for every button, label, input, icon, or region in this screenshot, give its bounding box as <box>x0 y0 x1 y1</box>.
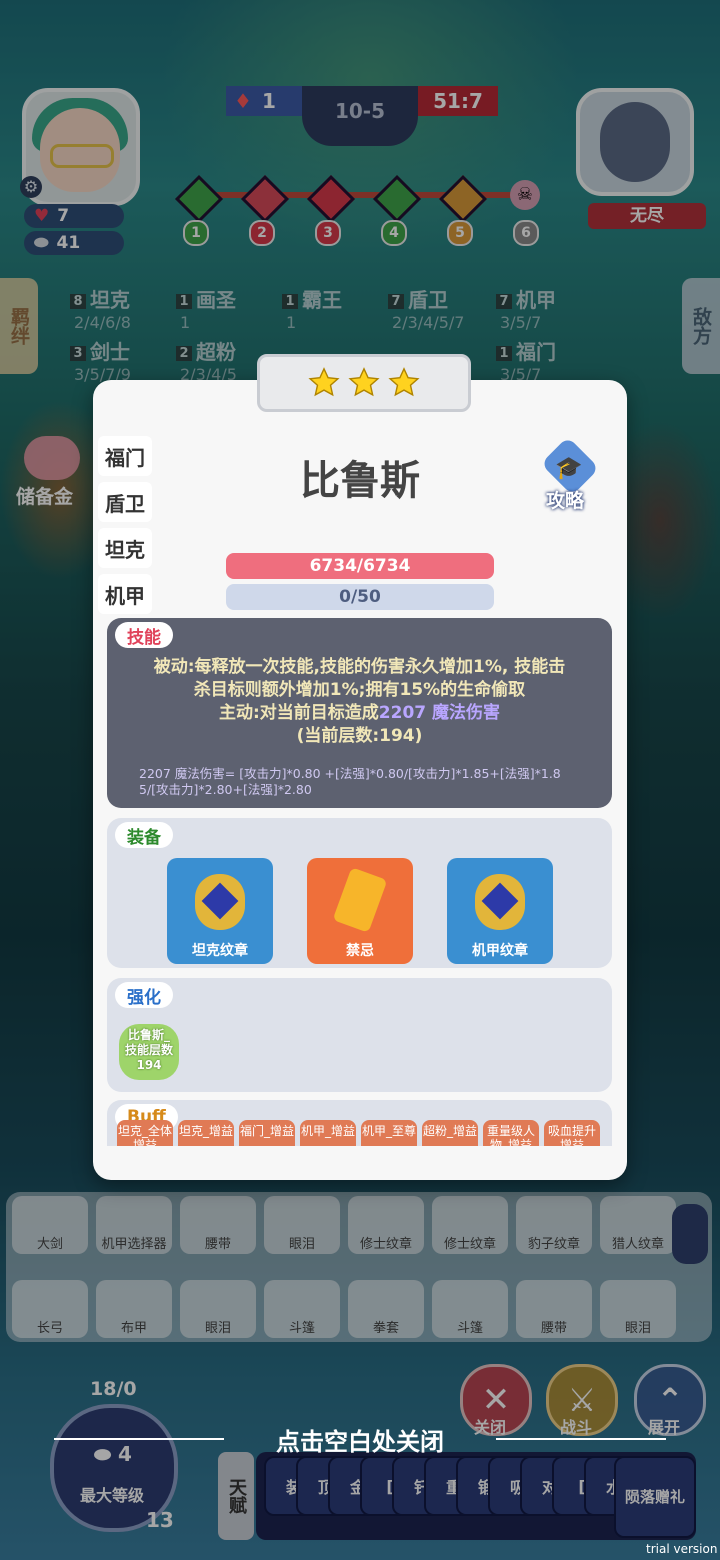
close-hint: 点击空白处关闭 <box>276 1428 444 1456</box>
star-rating <box>257 354 471 412</box>
active-skill-line: 主动:对当前目标造成2207 魔法伤害 <box>218 703 501 723</box>
skill-description: 被动:每释放一次技能,技能的伤害永久增加1%, 技能击 杀目标则额外增加1%;拥… <box>117 656 602 748</box>
star-icon <box>388 367 420 397</box>
equipment-panel: 装备 坦克纹章 禁忌 机甲纹章 <box>107 818 612 968</box>
close-hint-line-right <box>496 1438 666 1440</box>
buff-chip[interactable]: 超粉_增益 <box>422 1120 478 1146</box>
buff-chip[interactable]: 坦克_增益 <box>178 1120 234 1146</box>
enhance-panel: 强化 比鲁斯_ 技能层数 194 <box>107 978 612 1092</box>
mana-bar: 0/50 <box>226 584 494 610</box>
star-icon <box>348 367 380 397</box>
guide-button[interactable]: 🎓 攻略 <box>536 436 604 512</box>
equip-forbidden[interactable]: 禁忌 <box>307 858 413 964</box>
tab-tank[interactable]: 坦克 <box>98 528 152 568</box>
modal-side-tabs: 福门 盾卫 坦克 机甲 <box>98 436 152 614</box>
enhance-tag: 强化 <box>115 982 173 1008</box>
buff-panel: Buff 坦克_全体增益 坦克_增益 福门_增益 机甲_增益 机甲_至尊 超粉_… <box>107 1100 612 1146</box>
skill-panel: 技能 被动:每释放一次技能,技能的伤害永久增加1%, 技能击 杀目标则额外增加1… <box>107 618 612 808</box>
equip-tank-emblem[interactable]: 坦克纹章 <box>167 858 273 964</box>
crystal-icon <box>332 867 388 933</box>
star-icon <box>308 367 340 397</box>
buff-chip[interactable]: 坦克_全体增益 <box>117 1120 173 1146</box>
buff-chip[interactable]: 福门_增益 <box>239 1120 295 1146</box>
equipment-tag: 装备 <box>115 822 173 848</box>
buff-chip[interactable]: 机甲_至尊 <box>361 1120 417 1146</box>
tab-fumen[interactable]: 福门 <box>98 436 152 476</box>
buff-chip[interactable]: 重量级人物_增益 <box>483 1120 539 1146</box>
enhance-chip[interactable]: 比鲁斯_ 技能层数 194 <box>119 1024 179 1080</box>
tab-mech[interactable]: 机甲 <box>98 574 152 614</box>
skill-tag: 技能 <box>115 622 173 648</box>
buff-list: 坦克_全体增益 坦克_增益 福门_增益 机甲_增益 机甲_至尊 超粉_增益 重量… <box>117 1120 600 1146</box>
hp-bar: 6734/6734 <box>226 553 494 579</box>
close-hint-line-left <box>54 1438 224 1440</box>
hero-name: 比鲁斯 <box>300 458 420 504</box>
damage-formula: 2207 魔法伤害= [攻击力]*0.80 +[法强]*0.80/[攻击力]*1… <box>139 766 561 797</box>
buff-chip[interactable]: 机甲_增益 <box>300 1120 356 1146</box>
buff-chip[interactable]: 吸血提升增益 <box>544 1120 600 1146</box>
equip-mech-emblem[interactable]: 机甲纹章 <box>447 858 553 964</box>
tab-shieldguard[interactable]: 盾卫 <box>98 482 152 522</box>
watermark: trial version <box>646 1542 718 1556</box>
